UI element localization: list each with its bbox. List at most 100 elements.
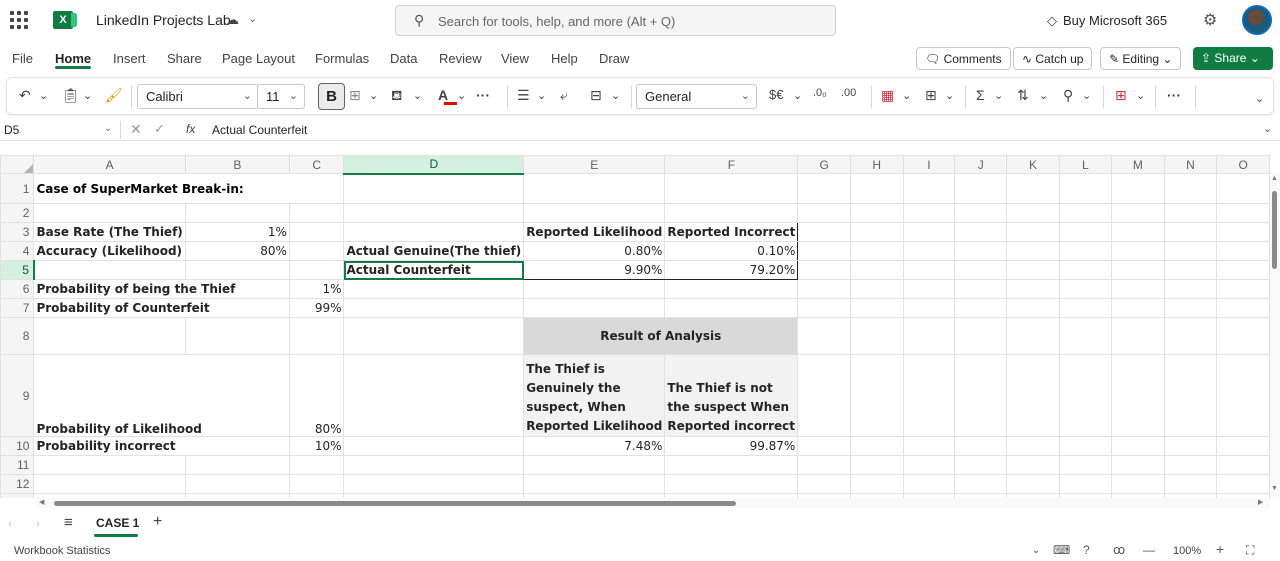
add-ins-icon[interactable]: ⊞	[1115, 87, 1127, 104]
column-header[interactable]: I	[902, 155, 956, 174]
column-header[interactable]: O	[1216, 155, 1270, 174]
cell[interactable]	[343, 474, 525, 494]
cell-a4[interactable]: Accuracy (Likelihood)	[33, 241, 186, 261]
cell[interactable]	[954, 354, 1008, 437]
cell[interactable]	[849, 203, 904, 223]
cell[interactable]	[1006, 260, 1060, 280]
cell[interactable]	[33, 455, 186, 475]
cell[interactable]	[797, 173, 851, 204]
result-of-analysis-heading[interactable]: Result of Analysis	[523, 317, 799, 355]
tab-insert[interactable]: Insert	[113, 51, 146, 66]
sort-filter-icon[interactable]: ⇅	[1017, 87, 1029, 104]
cell[interactable]	[1216, 203, 1270, 223]
tab-formulas[interactable]: Formulas	[315, 51, 369, 66]
cell[interactable]	[1006, 222, 1060, 242]
cell[interactable]	[797, 354, 851, 437]
column-header-active[interactable]: D	[343, 155, 525, 175]
add-sheet-icon[interactable]: +	[153, 513, 162, 531]
insert-cells-icon[interactable]: ⊞	[925, 87, 937, 104]
cell[interactable]	[1006, 317, 1060, 355]
cell[interactable]	[664, 203, 799, 223]
format-painter-icon[interactable]: 🖌︎	[105, 87, 123, 104]
cell-f3[interactable]: Reported Incorrect	[664, 222, 799, 242]
cell[interactable]	[954, 222, 1008, 242]
cell-e9[interactable]: The Thief is Genuinely the suspect, When…	[523, 354, 666, 437]
name-box[interactable]: D5	[4, 123, 19, 137]
sheet-tab-case-1[interactable]: CASE 1	[96, 516, 139, 530]
autosum-icon[interactable]: Σ	[976, 87, 985, 103]
cell[interactable]	[1163, 203, 1218, 223]
cell[interactable]	[33, 317, 186, 355]
cell[interactable]	[1110, 203, 1165, 223]
cell[interactable]	[1006, 455, 1060, 475]
cloud-sync-icon[interactable]: ☁	[226, 12, 239, 28]
column-header[interactable]: K	[1006, 155, 1060, 174]
row-header[interactable]: 6	[0, 279, 35, 299]
cell[interactable]	[1216, 354, 1270, 437]
cell[interactable]	[184, 317, 290, 355]
cell-c7[interactable]: 99%	[288, 298, 345, 318]
paste-icon[interactable]: 📋︎	[62, 87, 80, 104]
vertical-scrollbar[interactable]: ▲ ▼	[1270, 173, 1280, 498]
cell[interactable]	[1216, 474, 1270, 494]
cell-e4[interactable]: 0.80%	[523, 241, 666, 261]
column-header[interactable]: N	[1163, 155, 1218, 174]
cell[interactable]	[954, 474, 1008, 494]
cell[interactable]	[33, 474, 186, 494]
cell[interactable]	[902, 436, 956, 456]
row-header[interactable]: 7	[0, 298, 35, 318]
keyboard-icon[interactable]: ⌨	[1053, 543, 1070, 557]
cell[interactable]	[1006, 474, 1060, 494]
cell[interactable]	[902, 317, 956, 355]
cell[interactable]	[1110, 455, 1165, 475]
cell[interactable]	[954, 203, 1008, 223]
insert-function-icon[interactable]: fx	[186, 122, 195, 136]
chevron-down-icon[interactable]: ⌄	[248, 12, 257, 25]
cell[interactable]	[849, 241, 904, 261]
row-header[interactable]: 1	[0, 173, 35, 204]
row-header[interactable]: 2	[0, 203, 35, 223]
avatar[interactable]	[1242, 5, 1272, 35]
all-sheets-menu-icon[interactable]: ≡	[64, 514, 73, 531]
cell[interactable]	[1006, 203, 1060, 223]
cell[interactable]	[288, 455, 345, 475]
column-header[interactable]: B	[184, 155, 290, 174]
font-color-icon[interactable]: A	[438, 87, 448, 103]
cell[interactable]	[523, 474, 666, 494]
cell[interactable]	[664, 474, 799, 494]
cell[interactable]	[1110, 279, 1165, 299]
cell[interactable]	[954, 279, 1008, 299]
cell[interactable]	[849, 298, 904, 318]
cell-b3[interactable]: 1%	[184, 222, 290, 242]
row-header[interactable]: 4	[0, 241, 35, 261]
borders-icon[interactable]: ⊞	[349, 87, 361, 104]
cell[interactable]	[954, 173, 1008, 204]
cell[interactable]	[1163, 241, 1218, 261]
cell[interactable]	[523, 203, 666, 223]
column-header[interactable]: M	[1110, 155, 1165, 174]
cell[interactable]	[343, 173, 525, 204]
cell[interactable]	[184, 455, 290, 475]
help-icon[interactable]: ?	[1083, 543, 1090, 557]
cell[interactable]	[1006, 173, 1060, 204]
horizontal-scrollbar[interactable]: ◀ ▶	[36, 498, 1270, 508]
zoom-in-icon[interactable]: +	[1216, 541, 1224, 557]
chevron-down-icon[interactable]: ⌄	[457, 89, 466, 102]
cell[interactable]	[664, 173, 799, 204]
cell[interactable]	[1163, 354, 1218, 437]
cell[interactable]	[1163, 279, 1218, 299]
chevron-down-icon[interactable]: ⌄	[413, 89, 422, 102]
buy-microsoft-365-button[interactable]: ◇ Buy Microsoft 365	[1047, 13, 1167, 29]
cell[interactable]	[797, 436, 851, 456]
scroll-down-icon[interactable]: ▼	[1271, 485, 1278, 492]
cell-f5[interactable]: 79.20%	[664, 260, 799, 280]
chevron-down-icon[interactable]: ⌄	[611, 89, 620, 102]
cell[interactable]	[664, 455, 799, 475]
cell[interactable]	[33, 203, 186, 223]
previous-sheet-icon[interactable]: ‹	[8, 516, 12, 530]
column-header[interactable]: F	[664, 155, 799, 174]
cell[interactable]	[1216, 222, 1270, 242]
tab-draw[interactable]: Draw	[599, 51, 629, 66]
cell-a3[interactable]: Base Rate (The Thief)	[33, 222, 186, 242]
zoom-out-icon[interactable]: —	[1143, 543, 1155, 557]
